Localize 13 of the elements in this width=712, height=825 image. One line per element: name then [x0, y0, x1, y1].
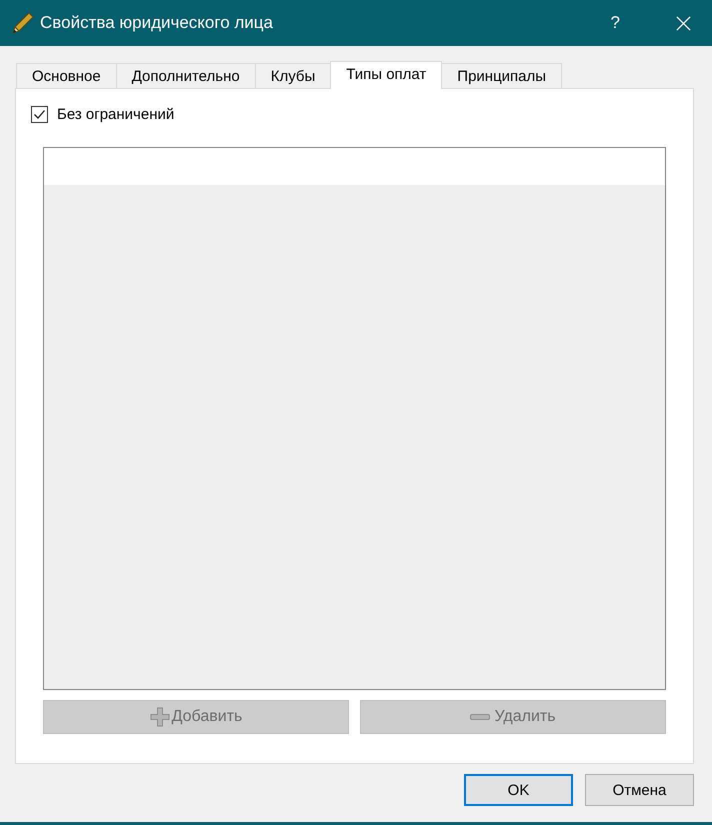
tab[interactable]: Основное — [16, 63, 117, 88]
ok-button[interactable]: OK — [464, 774, 573, 806]
checkbox[interactable] — [31, 106, 48, 122]
minus-icon — [470, 714, 490, 720]
checkbox-label[interactable]: Без ограничений — [57, 106, 174, 122]
tab[interactable]: Типы оплат — [330, 61, 442, 89]
pencil-icon — [12, 12, 34, 34]
close-icon[interactable] — [676, 16, 691, 30]
plus-icon — [150, 707, 170, 727]
help-button[interactable]: ? — [610, 13, 620, 33]
cancel-button[interactable]: Отмена — [585, 774, 694, 806]
window-title: Свойства юридического лица — [40, 13, 274, 33]
tab[interactable]: Принципалы — [441, 63, 562, 88]
